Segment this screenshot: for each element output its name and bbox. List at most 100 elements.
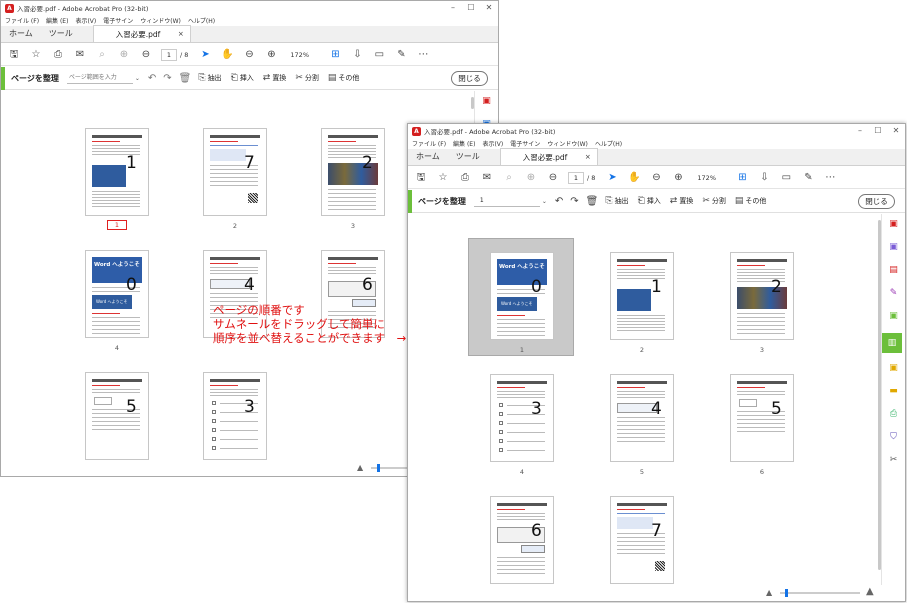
fill-sign-icon[interactable]: ▣ xyxy=(888,362,900,374)
trash-icon[interactable]: 🗑 xyxy=(586,196,599,207)
comment-icon[interactable]: ▭ xyxy=(372,48,386,62)
select-cursor-icon[interactable]: ➤ xyxy=(605,171,619,185)
bookmark-star-icon[interactable]: ☆ xyxy=(29,48,43,62)
save-icon[interactable]: 🖫 xyxy=(414,171,428,185)
page-range-input[interactable]: 1 xyxy=(473,195,540,207)
print-icon[interactable]: ⎙ xyxy=(51,48,65,62)
close-window-icon[interactable]: ✕ xyxy=(887,124,905,138)
select-cursor-icon[interactable]: ➤ xyxy=(198,48,212,62)
page-number-input[interactable]: 1 xyxy=(568,171,584,184)
page-thumbnail[interactable]: 7 xyxy=(610,496,674,584)
tab-document[interactable]: 入習必要.pdf × xyxy=(499,148,598,165)
search-icon[interactable]: ⌕ xyxy=(95,48,109,62)
slider-handle[interactable] xyxy=(785,589,788,597)
split-button[interactable]: ✂ 分割 xyxy=(295,73,319,83)
page-thumbnail[interactable]: Word へようこそ Word へようこそ 0 4 xyxy=(85,250,149,352)
mail-icon[interactable]: ✉ xyxy=(480,171,494,185)
menu-edit[interactable]: 編集 (E) xyxy=(453,139,475,148)
redo-icon[interactable]: ↷ xyxy=(163,73,171,84)
organize-pages-icon[interactable]: ▥ xyxy=(882,333,902,353)
undo-icon[interactable]: ↶ xyxy=(555,196,563,207)
page-thumbnail[interactable]: 12 xyxy=(610,252,674,354)
export-pdf-icon[interactable]: ▣ xyxy=(888,218,900,230)
page-thumbnail[interactable]: 23 xyxy=(730,252,794,354)
more-options-button[interactable]: ▤ その他 xyxy=(328,73,360,83)
chevron-down-icon[interactable]: ⌄ xyxy=(542,198,547,205)
page-thumbnail[interactable]: 5 xyxy=(85,372,149,460)
tab-home[interactable]: ホーム xyxy=(408,148,448,165)
page-thumbnail[interactable]: 11 xyxy=(85,128,149,230)
page-number-input[interactable]: 1 xyxy=(161,48,177,61)
zoom-in-icon[interactable]: ⊕ xyxy=(671,171,685,185)
extract-button[interactable]: ⎘ 抽出 xyxy=(198,73,221,83)
page-thumbnail[interactable]: 3 xyxy=(203,372,267,460)
undo-icon[interactable]: ↶ xyxy=(148,73,156,84)
tab-tools[interactable]: ツール xyxy=(41,25,81,42)
slider-handle[interactable] xyxy=(377,464,380,472)
tab-document[interactable]: 入習必要.pdf × xyxy=(92,25,191,42)
split-button[interactable]: ✂ 分割 xyxy=(702,196,726,206)
fit-page-icon[interactable]: ⊞ xyxy=(735,171,749,185)
pen-icon[interactable]: ✎ xyxy=(394,48,408,62)
minimize-icon[interactable]: – xyxy=(851,124,869,138)
comment-icon[interactable]: ▭ xyxy=(779,171,793,185)
close-window-icon[interactable]: ✕ xyxy=(480,1,498,15)
edit-pdf-icon[interactable]: ▤ xyxy=(888,264,900,276)
zoom-in-icon[interactable]: ⊕ xyxy=(264,48,278,62)
page-thumbnail[interactable]: Word へようこそ Word へようこそ 0 1 xyxy=(490,252,554,354)
trash-icon[interactable]: 🗑 xyxy=(179,73,192,84)
extract-button[interactable]: ⎘ 抽出 xyxy=(605,196,628,206)
more-icon[interactable]: ⋯ xyxy=(416,48,430,62)
page-thumbnail[interactable]: 45 xyxy=(610,374,674,476)
zoom-level[interactable]: 172% xyxy=(693,172,727,184)
menu-esign[interactable]: 電子サイン xyxy=(510,139,540,148)
tab-home[interactable]: ホーム xyxy=(1,25,41,42)
tab-close-icon[interactable]: × xyxy=(178,30,184,38)
sign-icon[interactable]: ✎ xyxy=(888,287,900,299)
replace-button[interactable]: ⇄ 置換 xyxy=(670,196,694,206)
scroll-mode-icon[interactable]: ⇩ xyxy=(757,171,771,185)
more-options-button[interactable]: ▤ その他 xyxy=(735,196,767,206)
menu-window[interactable]: ウィンドウ(W) xyxy=(547,139,588,148)
maximize-icon[interactable]: ☐ xyxy=(869,124,887,138)
zoom-out-icon[interactable]: ⊖ xyxy=(242,48,256,62)
export-pdf-icon[interactable]: ▣ xyxy=(481,95,493,107)
print-icon[interactable]: ⎙ xyxy=(458,171,472,185)
insert-button[interactable]: ⎗ 挿入 xyxy=(231,73,254,83)
page-up-icon[interactable]: ⊕ xyxy=(117,48,131,62)
menu-view[interactable]: 表示(V) xyxy=(482,139,503,148)
mail-icon[interactable]: ✉ xyxy=(73,48,87,62)
maximize-icon[interactable]: ☐ xyxy=(462,1,480,15)
zoom-out-icon[interactable]: ⊖ xyxy=(649,171,663,185)
tools-more-icon[interactable]: ✂ xyxy=(888,454,900,466)
close-organize-button[interactable]: 閉じる xyxy=(451,71,488,86)
menu-edit[interactable]: 編集 (E) xyxy=(46,16,68,25)
menu-file[interactable]: ファイル (F) xyxy=(412,139,446,148)
export-icon[interactable]: ▣ xyxy=(888,310,900,322)
close-organize-button[interactable]: 閉じる xyxy=(858,194,895,209)
bookmark-star-icon[interactable]: ☆ xyxy=(436,171,450,185)
menu-view[interactable]: 表示(V) xyxy=(75,16,96,25)
page-thumbnail[interactable]: 34 xyxy=(490,374,554,476)
print-production-icon[interactable]: ⎙ xyxy=(888,408,900,420)
search-icon[interactable]: ⌕ xyxy=(502,171,516,185)
hand-tool-icon[interactable]: ✋ xyxy=(627,171,641,185)
comment-tool-icon[interactable]: ▬ xyxy=(888,385,900,397)
menu-file[interactable]: ファイル (F) xyxy=(5,16,39,25)
page-down-icon[interactable]: ⊖ xyxy=(546,171,560,185)
zoom-level[interactable]: 172% xyxy=(286,49,320,61)
redo-icon[interactable]: ↷ xyxy=(570,196,578,207)
save-icon[interactable]: 🖫 xyxy=(7,48,21,62)
page-thumbnail[interactable]: 56 xyxy=(730,374,794,476)
menu-help[interactable]: ヘルプ(H) xyxy=(188,16,215,25)
hand-tool-icon[interactable]: ✋ xyxy=(220,48,234,62)
insert-button[interactable]: ⎗ 挿入 xyxy=(638,196,661,206)
tab-close-icon[interactable]: × xyxy=(585,153,591,161)
fit-page-icon[interactable]: ⊞ xyxy=(328,48,342,62)
menu-window[interactable]: ウィンドウ(W) xyxy=(140,16,181,25)
page-thumbnail[interactable]: 23 xyxy=(321,128,385,230)
page-up-icon[interactable]: ⊕ xyxy=(524,171,538,185)
replace-button[interactable]: ⇄ 置換 xyxy=(263,73,287,83)
minimize-icon[interactable]: – xyxy=(444,1,462,15)
more-icon[interactable]: ⋯ xyxy=(823,171,837,185)
